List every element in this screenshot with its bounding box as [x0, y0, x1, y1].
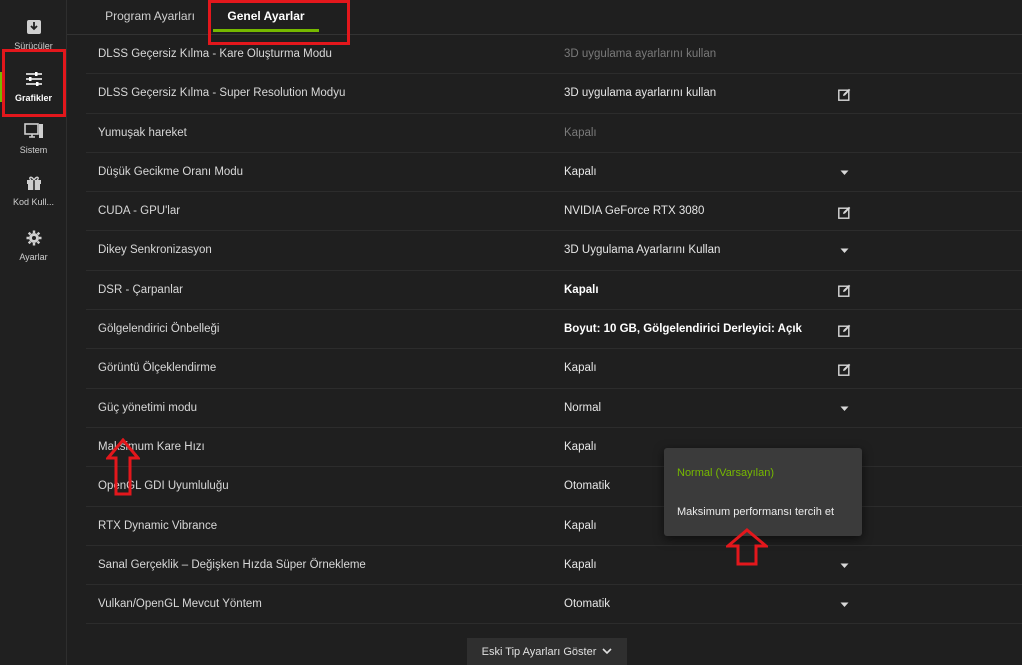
- setting-row[interactable]: DSR - Çarpanlar Kapalı: [86, 271, 1022, 311]
- chevron-down-icon[interactable]: [836, 243, 852, 259]
- dropdown-option-normal[interactable]: Normal (Varsayılan): [677, 467, 774, 479]
- gear-icon: [23, 228, 45, 248]
- setting-value: 3D Uygulama Ayarlarını Kullan: [564, 244, 721, 257]
- setting-name: Vulkan/OpenGL Mevcut Yöntem: [98, 598, 262, 611]
- setting-name: CUDA - GPU'lar: [98, 205, 181, 218]
- sliders-icon: [23, 69, 45, 89]
- setting-row[interactable]: Yumuşak hareket Kapalı: [86, 114, 1022, 153]
- setting-name: Gölgelendirici Önbelleği: [98, 323, 220, 336]
- tab-program-settings[interactable]: Program Ayarları: [105, 0, 195, 35]
- settings-list: DLSS Geçersiz Kılma - Kare Oluşturma Mod…: [86, 35, 1022, 625]
- setting-row[interactable]: CUDA - GPU'lar NVIDIA GeForce RTX 3080: [86, 192, 1022, 232]
- setting-row[interactable]: Görüntü Ölçeklendirme Kapalı: [86, 349, 1022, 389]
- setting-value: Kapalı: [564, 126, 597, 139]
- chevron-down-icon[interactable]: [836, 401, 852, 417]
- setting-row[interactable]: OpenGL GDI Uyumluluğu Otomatik: [86, 467, 1022, 507]
- setting-name: Maksimum Kare Hızı: [98, 440, 205, 453]
- setting-value: Boyut: 10 GB, Gölgelendirici Derleyici: …: [564, 323, 802, 336]
- edit-icon[interactable]: [836, 322, 852, 338]
- sidebar-item-system[interactable]: Sistem: [0, 110, 67, 166]
- setting-row[interactable]: Güç yönetimi modu Normal: [86, 389, 1022, 428]
- setting-name: RTX Dynamic Vibrance: [98, 519, 218, 532]
- sidebar-item-drivers[interactable]: Sürücüler: [0, 6, 67, 62]
- sidebar: Sürücüler Grafikler Sistem Kod Kull... A…: [0, 0, 67, 665]
- sidebar-item-label: Sürücüler: [14, 41, 53, 51]
- setting-row[interactable]: Sanal Gerçeklik – Değişken Hızda Süper Ö…: [86, 546, 1022, 586]
- sidebar-item-label: Ayarlar: [19, 252, 48, 262]
- edit-icon[interactable]: [836, 204, 852, 220]
- setting-value: Kapalı: [564, 519, 597, 532]
- monitor-icon: [23, 121, 45, 141]
- chevron-down-icon[interactable]: [836, 597, 852, 613]
- edit-icon[interactable]: [836, 361, 852, 377]
- setting-name: Yumuşak hareket: [98, 126, 187, 139]
- setting-value: Kapalı: [564, 558, 597, 571]
- setting-value: 3D uygulama ayarlarını kullan: [564, 87, 717, 100]
- setting-row[interactable]: DLSS Geçersiz Kılma - Super Resolution M…: [86, 74, 1022, 114]
- sidebar-item-redeem[interactable]: Kod Kull...: [0, 162, 67, 218]
- setting-name: Dikey Senkronizasyon: [98, 244, 212, 257]
- setting-value: Kapalı: [564, 440, 597, 453]
- chevron-down-icon[interactable]: [836, 558, 852, 574]
- dropdown-option-max-performance[interactable]: Maksimum performansı tercih et: [677, 506, 834, 518]
- setting-name: DLSS Geçersiz Kılma - Kare Oluşturma Mod…: [98, 48, 332, 60]
- tab-active-indicator: [213, 29, 319, 32]
- setting-value: NVIDIA GeForce RTX 3080: [564, 205, 705, 218]
- setting-name: Düşük Gecikme Oranı Modu: [98, 165, 244, 178]
- setting-row[interactable]: DLSS Geçersiz Kılma - Kare Oluşturma Mod…: [86, 35, 1022, 75]
- setting-value: Kapalı: [564, 165, 597, 178]
- setting-value: Kapalı: [564, 283, 599, 296]
- setting-value: Normal: [564, 401, 602, 414]
- setting-name: DLSS Geçersiz Kılma - Super Resolution M…: [98, 87, 346, 100]
- setting-name: OpenGL GDI Uyumluluğu: [98, 480, 229, 493]
- chevron-down-icon[interactable]: [836, 165, 852, 181]
- setting-name: DSR - Çarpanlar: [98, 283, 183, 296]
- sidebar-item-label: Kod Kull...: [12, 197, 55, 207]
- sidebar-item-settings[interactable]: Ayarlar: [0, 217, 67, 273]
- legacy-settings-label: Eski Tip Ayarları Göster: [481, 645, 597, 658]
- setting-row[interactable]: RTX Dynamic Vibrance Kapalı: [86, 507, 1022, 546]
- setting-row[interactable]: Düşük Gecikme Oranı Modu Kapalı: [86, 153, 1022, 193]
- edit-icon[interactable]: [836, 283, 852, 299]
- tab-bar: Program Ayarları Genel Ayarlar: [67, 0, 1022, 35]
- legacy-settings-button[interactable]: Eski Tip Ayarları Göster: [467, 638, 627, 665]
- setting-value: 3D uygulama ayarlarını kullan: [564, 48, 717, 60]
- chevron-down-icon: [602, 646, 612, 658]
- setting-name: Güç yönetimi modu: [98, 401, 198, 414]
- sidebar-item-graphics[interactable]: Grafikler: [0, 58, 67, 114]
- setting-value: Otomatik: [564, 480, 611, 493]
- setting-row[interactable]: Dikey Senkronizasyon 3D Uygulama Ayarları…: [86, 231, 1022, 271]
- tab-label: Genel Ayarlar: [227, 9, 305, 23]
- edit-icon[interactable]: [836, 86, 852, 102]
- setting-name: Sanal Gerçeklik – Değişken Hızda Süper Ö…: [98, 558, 366, 571]
- sidebar-item-label: Sistem: [19, 145, 48, 155]
- gift-icon: [23, 173, 45, 193]
- power-mode-dropdown: Normal (Varsayılan) Maksimum performansı…: [664, 448, 862, 536]
- setting-row[interactable]: Gölgelendirici Önbelleği Boyut: 10 GB, Gö…: [86, 310, 1022, 350]
- setting-row[interactable]: Vulkan/OpenGL Mevcut Yöntem Otomatik: [86, 585, 1022, 625]
- sidebar-item-label: Grafikler: [14, 93, 53, 103]
- setting-value: Kapalı: [564, 362, 597, 375]
- tab-global-settings[interactable]: Genel Ayarlar: [213, 0, 319, 35]
- setting-name: Görüntü Ölçeklendirme: [98, 362, 217, 375]
- download-icon: [23, 17, 45, 37]
- setting-value: Otomatik: [564, 598, 611, 611]
- setting-row[interactable]: Maksimum Kare Hızı Kapalı: [86, 428, 1022, 468]
